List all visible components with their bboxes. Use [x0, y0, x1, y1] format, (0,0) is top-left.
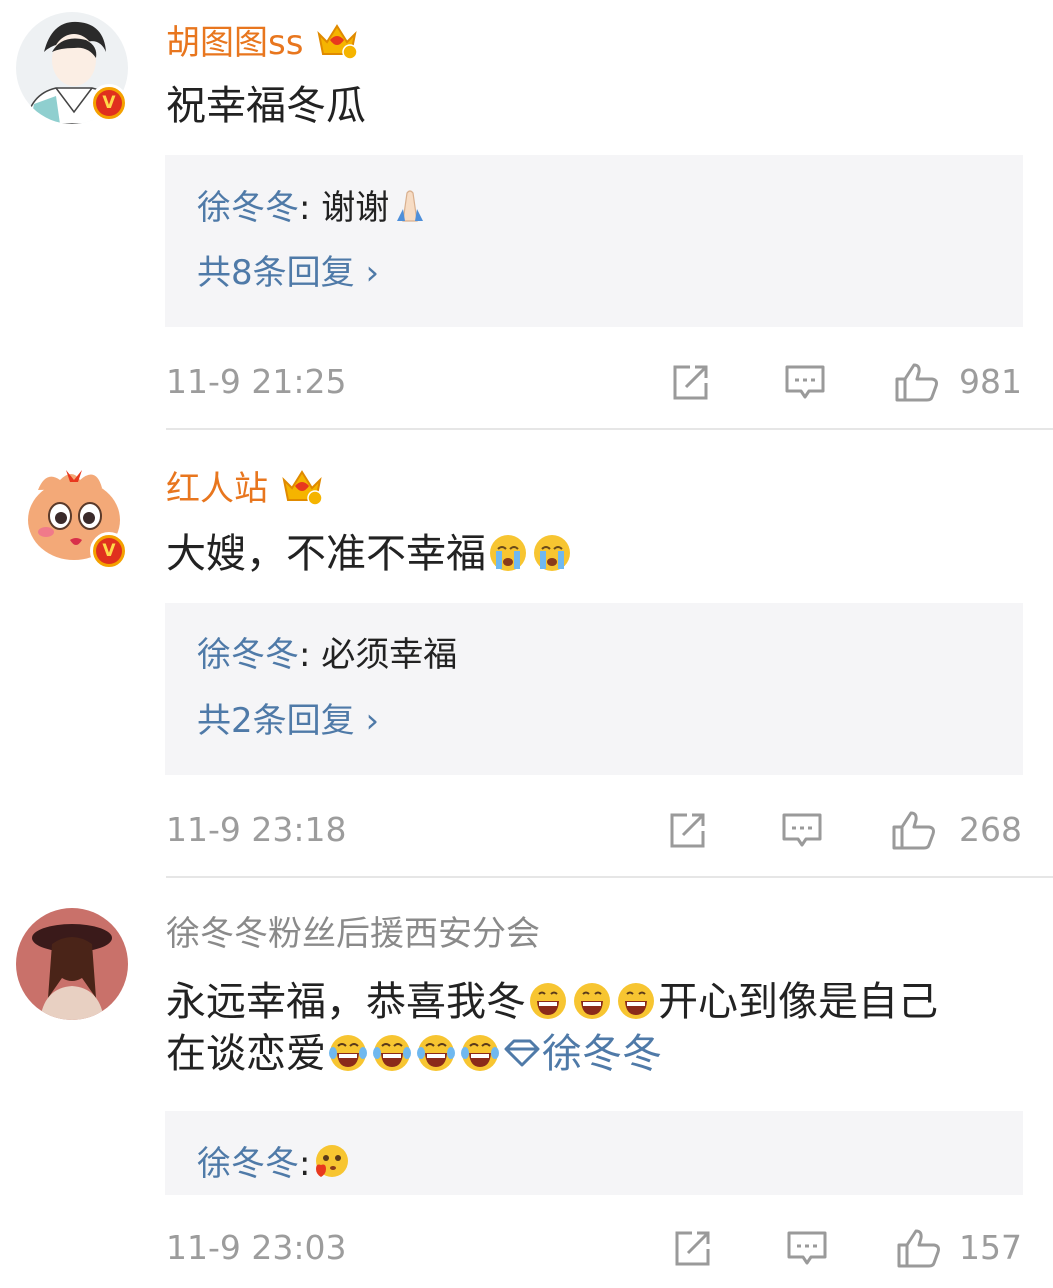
divider [166, 428, 1053, 430]
comment-icon[interactable] [781, 810, 823, 850]
repost-icon[interactable] [670, 362, 712, 402]
verified-v-icon: V [90, 84, 128, 122]
reply-author[interactable]: 徐冬冬 [197, 188, 299, 228]
comment-text: 祝幸福冬瓜 [166, 80, 1036, 132]
tears-of-joy-emoji-icon [460, 1033, 500, 1073]
comment-time: 11-9 23:18 [166, 810, 347, 849]
reply-preview[interactable]: 徐冬冬: 必须幸福 共2条回复 › [165, 603, 1023, 775]
reply-text: : 必须幸福 [299, 635, 458, 675]
repost-icon[interactable] [667, 810, 709, 850]
reply-line: 徐冬冬: 谢谢 [197, 187, 431, 228]
divider [166, 876, 1053, 878]
reply-preview[interactable]: 徐冬冬: [165, 1111, 1023, 1195]
comment-text-body: 开心到像是自己 [658, 979, 938, 1025]
username[interactable]: 徐冬冬粉丝后援西安分会 [166, 914, 540, 954]
mention-text[interactable]: 徐冬冬 [542, 1031, 662, 1077]
comment-text: 永远幸福，恭喜我冬 开心到像是自己 在谈恋爱 徐冬冬 [166, 976, 1036, 1080]
username[interactable]: 红人站 [166, 466, 324, 515]
verified-v-icon: V [90, 532, 128, 570]
avatar[interactable] [16, 908, 128, 1020]
like-icon[interactable] [894, 362, 942, 402]
reply-text: : 谢谢 [299, 188, 390, 228]
laughing-emoji-icon [616, 981, 656, 1021]
tears-of-joy-emoji-icon [372, 1033, 412, 1073]
repost-icon[interactable] [672, 1228, 714, 1268]
crown-icon [280, 466, 324, 515]
pray-emoji-icon [391, 187, 429, 225]
comment-meta: 11-9 21:25 981 [166, 360, 1022, 404]
comment-icon[interactable] [784, 362, 826, 402]
reply-author[interactable]: 徐冬冬 [197, 1144, 299, 1184]
crying-emoji-icon [532, 533, 572, 573]
crying-emoji-icon [488, 533, 528, 573]
like-count: 268 [959, 810, 1022, 849]
comment-text-body: 祝幸福冬瓜 [166, 83, 366, 129]
crown-icon [315, 20, 359, 69]
reply-line: 徐冬冬: [197, 1143, 352, 1184]
username[interactable]: 胡图图ss [166, 20, 359, 69]
comment-text-body: 大嫂，不准不幸福 [166, 531, 486, 577]
comment-text-body: 在谈恋爱 [166, 1031, 326, 1077]
comment-icon[interactable] [786, 1228, 828, 1268]
like-icon[interactable] [891, 810, 939, 850]
like-icon[interactable] [896, 1228, 944, 1268]
comment-meta: 11-9 23:03 157 [166, 1226, 1022, 1270]
laughing-emoji-icon [528, 981, 568, 1021]
tears-of-joy-emoji-icon [416, 1033, 456, 1073]
reply-line: 徐冬冬: 必须幸福 [197, 635, 457, 675]
user-mention-link[interactable]: 徐冬冬 [502, 1031, 662, 1077]
laughing-emoji-icon [572, 981, 612, 1021]
comment-time: 11-9 23:03 [166, 1228, 347, 1267]
tears-of-joy-emoji-icon [328, 1033, 368, 1073]
reply-author[interactable]: 徐冬冬 [197, 635, 299, 675]
avatar-image [16, 908, 128, 1020]
comment-text: 大嫂，不准不幸福 [166, 528, 1036, 580]
diamond-icon [504, 1039, 540, 1067]
comment-meta: 11-9 23:18 268 [166, 808, 1022, 852]
comment-text-body: 永远幸福，恭喜我冬 [166, 979, 526, 1025]
username-text[interactable]: 红人站 [166, 469, 268, 509]
view-more-replies-link[interactable]: 共8条回复 › [197, 253, 379, 293]
reply-text: : [299, 1144, 311, 1184]
like-count: 157 [959, 1228, 1022, 1267]
like-count: 981 [959, 362, 1022, 401]
comment-time: 11-9 21:25 [166, 362, 347, 401]
view-more-replies-link[interactable]: 共2条回复 › [197, 701, 379, 741]
love-face-emoji-icon [312, 1143, 350, 1181]
avatar[interactable]: V [16, 12, 128, 124]
reply-preview[interactable]: 徐冬冬: 谢谢 共8条回复 › [165, 155, 1023, 327]
username-text[interactable]: 胡图图ss [166, 23, 303, 63]
avatar[interactable]: V [16, 460, 128, 572]
username-text[interactable]: 徐冬冬粉丝后援西安分会 [166, 914, 540, 954]
